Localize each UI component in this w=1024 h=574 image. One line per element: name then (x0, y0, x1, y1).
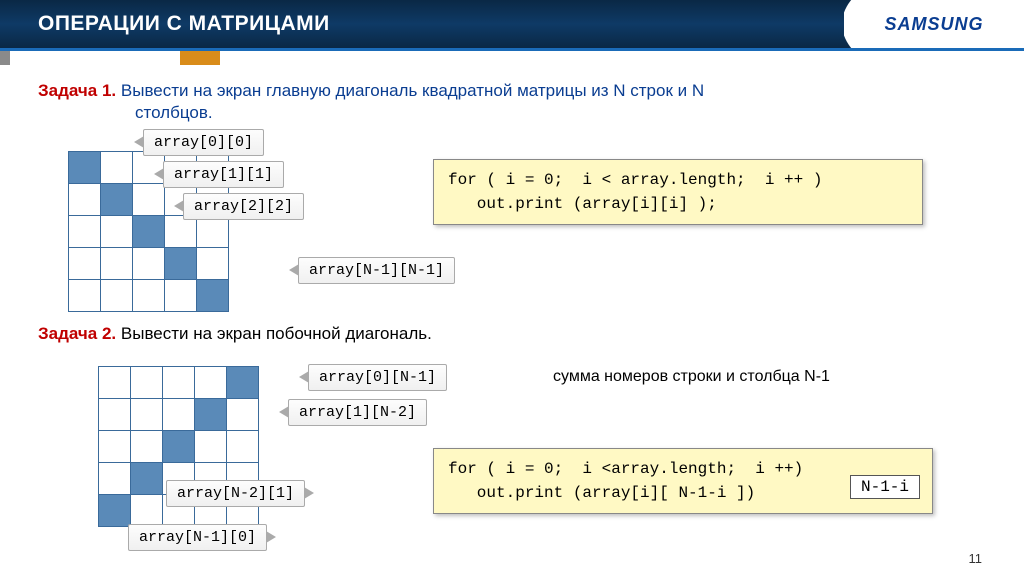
task2-line: Задача 2. Вывести на экран побочной диаг… (38, 324, 986, 344)
task2-text: Вывести на экран побочной диагональ. (121, 324, 432, 343)
callout-aN21: array[N-2][1] (166, 480, 305, 507)
logo-wrap: SAMSUNG (844, 0, 1024, 48)
callout-a0N1: array[0][N-1] (308, 364, 447, 391)
page-number: 11 (969, 551, 983, 566)
task2-note: сумма номеров строки и столбца N-1 (553, 368, 830, 386)
task2-label: Задача 2. (38, 324, 116, 343)
callout-aNN: array[N-1][N-1] (298, 257, 455, 284)
code-main-diag: for ( i = 0; i < array.length; i ++ ) ou… (433, 159, 923, 225)
slide-title: ОПЕРАЦИИ С МАТРИЦАМИ (38, 12, 330, 36)
task1-line: Задача 1. Вывести на экран главную диаго… (38, 79, 986, 103)
slide-header: ОПЕРАЦИИ С МАТРИЦАМИ SAMSUNG (0, 0, 1024, 48)
slide-content: Задача 1. Вывести на экран главную диаго… (0, 51, 1024, 562)
hint-box: N-1-i (850, 475, 920, 499)
task1-label: Задача 1. (38, 81, 116, 100)
section-1: array[0][0] array[1][1] array[2][2] arra… (38, 129, 986, 314)
task1-text: Вывести на экран главную диагональ квадр… (121, 81, 704, 100)
callout-a1N2: array[1][N-2] (288, 399, 427, 426)
task1-text2: столбцов. (38, 103, 986, 123)
samsung-logo: SAMSUNG (884, 14, 983, 35)
callout-a22: array[2][2] (183, 193, 304, 220)
callout-a11: array[1][1] (163, 161, 284, 188)
section-2: array[0][N-1] array[1][N-2] array[N-2][1… (38, 352, 986, 562)
callout-a00: array[0][0] (143, 129, 264, 156)
callout-aN10: array[N-1][0] (128, 524, 267, 551)
